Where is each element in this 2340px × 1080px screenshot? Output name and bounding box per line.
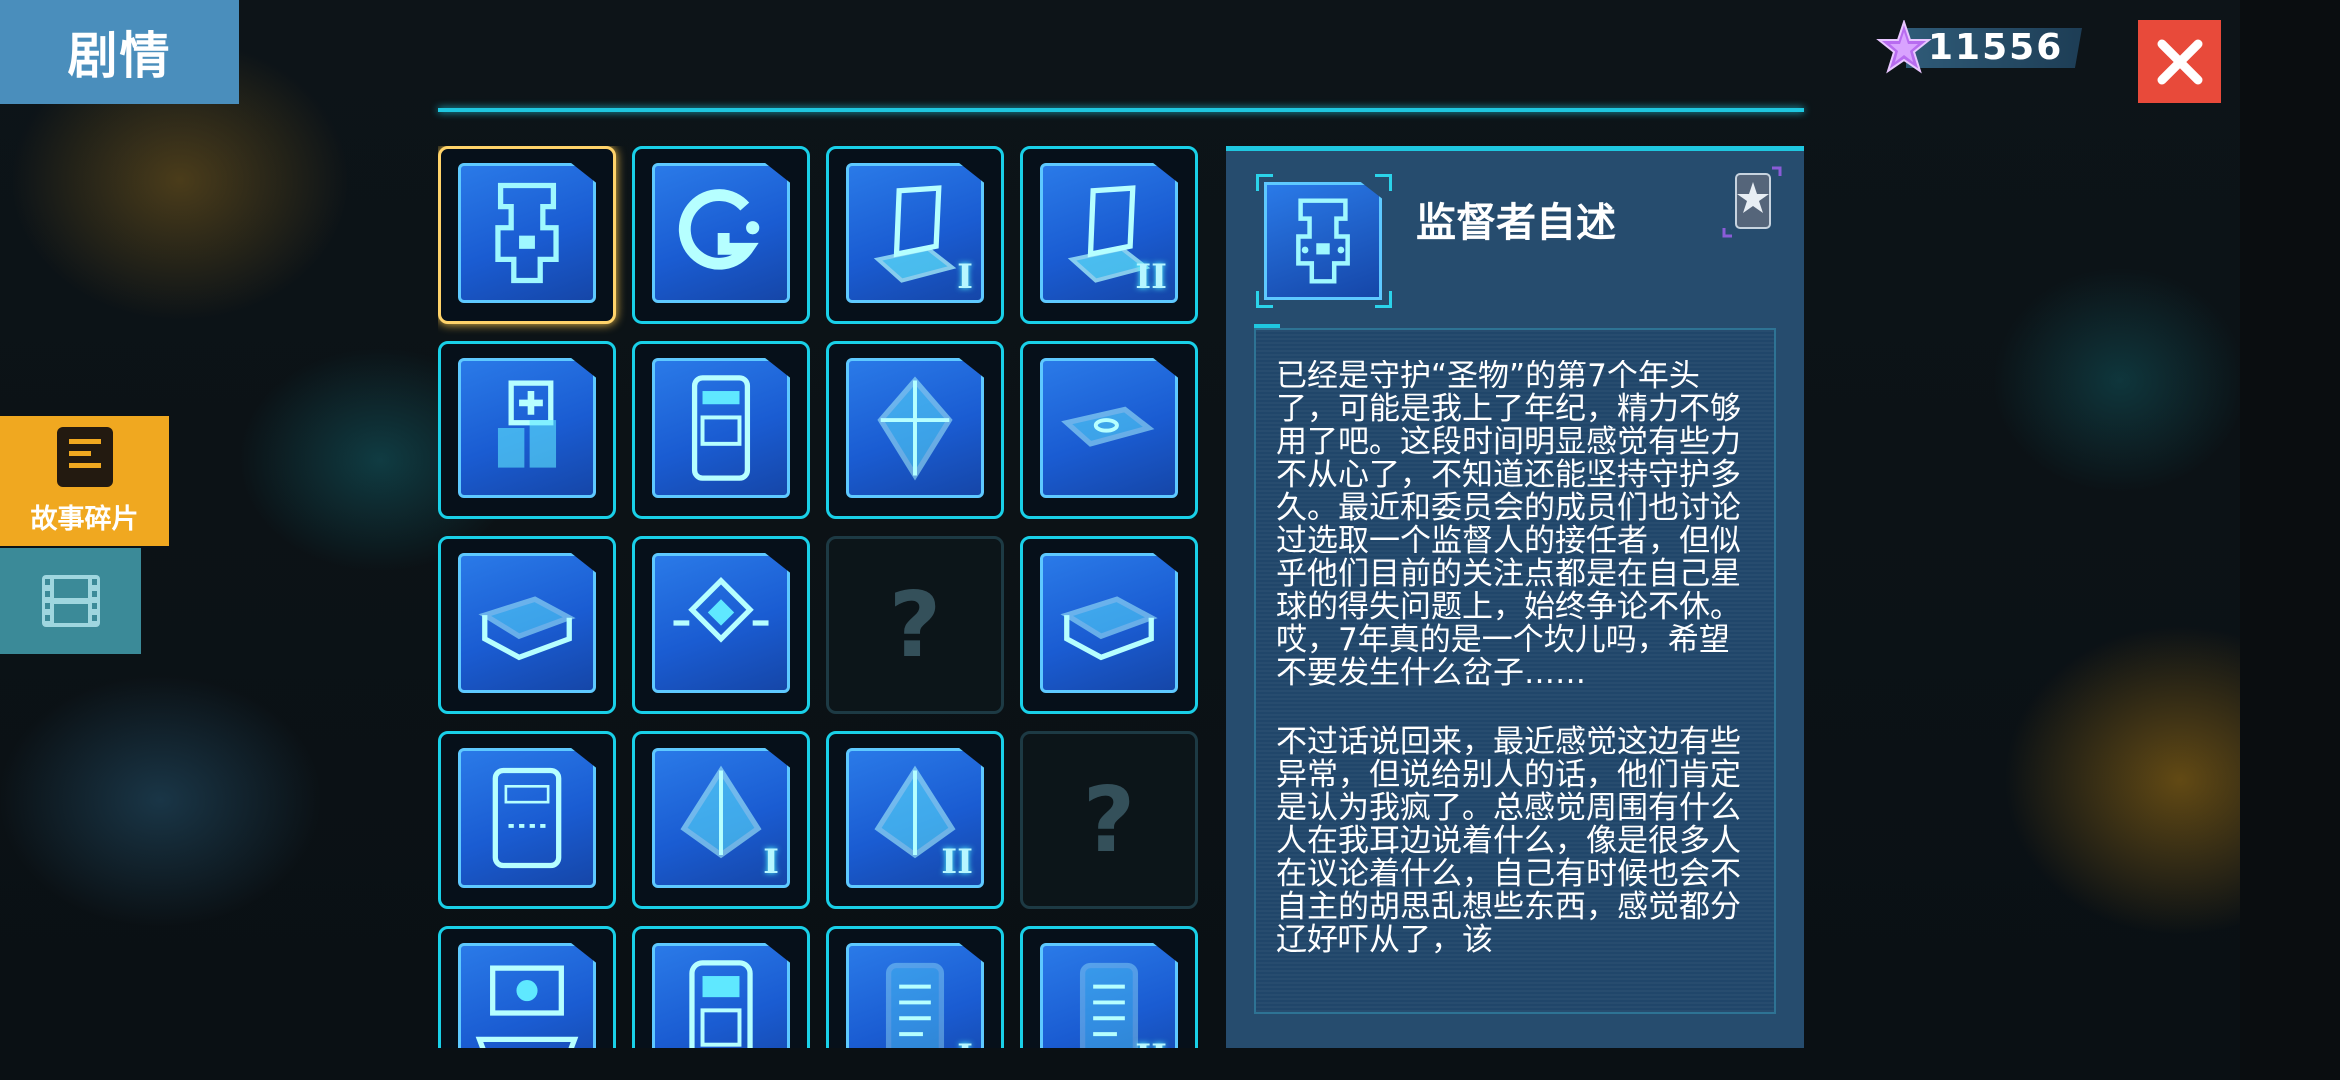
fragment-tile — [458, 358, 596, 498]
medical-devices-icon — [497, 380, 557, 468]
story-fragment-icon — [56, 426, 113, 487]
fragment-tile — [846, 943, 984, 1048]
fragment-numeral: II — [941, 842, 973, 882]
fragment-numeral: II — [1135, 257, 1167, 297]
fragment-card[interactable] — [632, 341, 810, 519]
fragment-tile — [458, 553, 596, 693]
silver-star-medal-icon[interactable] — [1722, 166, 1782, 238]
book-icon — [478, 596, 576, 661]
fragment-card[interactable]: I — [826, 926, 1004, 1048]
fragment-numeral: I — [763, 842, 779, 882]
fragment-tile — [652, 358, 790, 498]
detail-top-bar — [1226, 146, 1804, 151]
fragment-tile — [652, 163, 790, 303]
story-paragraph-2: 不过话说回来，最近感觉这边有些异常，但说给别人的话，他们肯定是认为我疯了。总感觉… — [1276, 724, 1741, 958]
book-icon — [1060, 596, 1158, 661]
fragment-card[interactable]: I — [632, 731, 810, 909]
close-button[interactable] — [2138, 20, 2221, 103]
detail-panel: 监督者自述 已经是守护“圣物”的第7个年头了，可能是我上了年纪，精力不够用了吧。… — [1226, 146, 1804, 1048]
fragment-card[interactable]: ? — [1020, 731, 1198, 909]
fragment-card[interactable] — [438, 341, 616, 519]
fragment-card[interactable] — [438, 536, 616, 714]
film-icon — [41, 575, 100, 627]
robot-terminal-icon — [689, 960, 753, 1048]
tab-film[interactable] — [0, 548, 141, 654]
fragment-grid: III?III?III — [438, 146, 1198, 1048]
top-divider — [438, 108, 1804, 112]
fragment-card[interactable] — [438, 146, 616, 324]
fragment-card[interactable]: II — [826, 731, 1004, 909]
fragment-card[interactable]: I — [826, 146, 1004, 324]
close-icon — [2157, 39, 2202, 84]
detail-icon — [1256, 174, 1392, 308]
fragment-card[interactable] — [632, 146, 810, 324]
fragment-tile — [652, 553, 790, 693]
fragment-numeral: I — [957, 1037, 973, 1048]
page-title: 剧情 — [0, 0, 239, 104]
fragment-card[interactable] — [632, 926, 810, 1048]
question-icon: ? — [1082, 767, 1136, 873]
document-icon — [1079, 962, 1139, 1048]
fragment-card[interactable]: II — [1020, 146, 1198, 324]
fragment-tile — [846, 358, 984, 498]
currency-amount: 11556 — [1928, 27, 2064, 68]
story-text: 已经是守护“圣物”的第7个年头了，可能是我上了年纪，精力不够用了吧。这段时间明显… — [1276, 360, 1754, 972]
fragment-tile — [1040, 943, 1178, 1048]
hologram-projector-icon — [475, 965, 579, 1048]
story-paragraph-1: 已经是守护“圣物”的第7个年头了，可能是我上了年纪，精力不够用了吧。这段时间明显… — [1276, 360, 1741, 691]
fragment-numeral: I — [957, 257, 973, 297]
fragment-tile — [458, 163, 596, 303]
fragment-card[interactable] — [438, 926, 616, 1048]
question-icon: ? — [888, 572, 942, 678]
usb-drive-icon — [1061, 406, 1155, 447]
crystal-icon — [877, 376, 953, 481]
emblem-icon — [673, 577, 769, 643]
fragment-tile — [1040, 553, 1178, 693]
fragment-numeral: II — [1135, 1037, 1167, 1048]
fragment-tile — [1040, 358, 1178, 498]
document-icon — [885, 962, 945, 1048]
fragment-card[interactable]: II — [1020, 926, 1198, 1048]
fragment-card[interactable]: ? — [826, 536, 1004, 714]
fragment-card[interactable] — [1020, 341, 1198, 519]
fragment-card[interactable] — [1020, 536, 1198, 714]
tab-story-fragments[interactable]: 故事碎片 — [0, 416, 169, 546]
fragment-card[interactable] — [632, 536, 810, 714]
circuit-board-icon — [1296, 198, 1350, 284]
right-edge-strip — [2240, 0, 2340, 1080]
purple-star-gem-icon — [1876, 20, 1932, 74]
fragment-card[interactable] — [826, 341, 1004, 519]
currency-display: 11556 — [1876, 20, 2086, 76]
story-text-box[interactable]: 已经是守护“圣物”的第7个年头了，可能是我上了年纪，精力不够用了吧。这段时间明显… — [1254, 328, 1776, 1014]
scanner-device-icon — [691, 375, 751, 481]
tablet-book-icon — [492, 767, 562, 869]
fragment-card[interactable] — [438, 731, 616, 909]
fragment-tile — [458, 748, 596, 888]
circuit-board-icon — [495, 182, 559, 284]
g-logo-icon — [678, 189, 760, 270]
detail-title: 监督者自述 — [1416, 200, 1616, 246]
fragment-tile — [458, 943, 596, 1048]
tab-story-fragments-label: 故事碎片 — [30, 503, 139, 535]
fragment-tile — [652, 943, 790, 1048]
